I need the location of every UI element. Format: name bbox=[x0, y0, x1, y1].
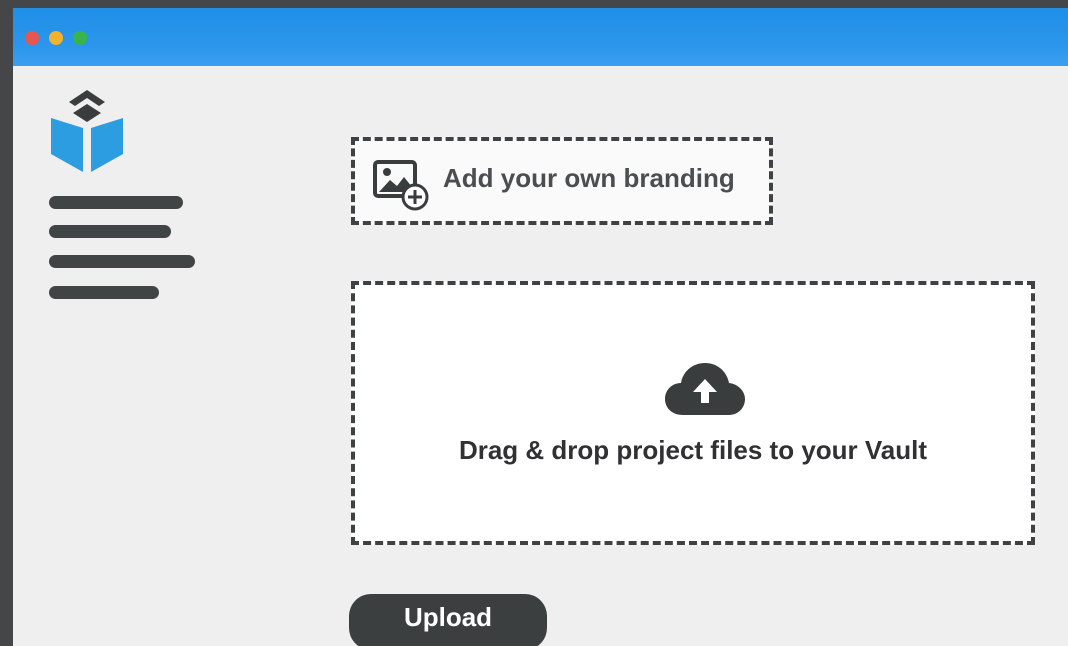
upload-button[interactable]: Upload bbox=[349, 594, 547, 646]
sidebar-line-2 bbox=[49, 225, 171, 238]
minimize-window-button[interactable] bbox=[49, 31, 63, 45]
cube-logo-icon bbox=[51, 90, 123, 172]
add-branding-box[interactable]: Add your own branding bbox=[351, 137, 773, 225]
add-image-icon bbox=[373, 160, 429, 211]
cloud-upload-icon bbox=[665, 363, 745, 415]
close-window-button[interactable] bbox=[25, 31, 39, 45]
sidebar-line-1 bbox=[49, 196, 183, 209]
sidebar-line-3 bbox=[49, 255, 195, 268]
drop-zone-label: Drag & drop project files to your Vault bbox=[458, 435, 928, 465]
app-window: Add your own branding Drag & drop projec… bbox=[13, 8, 1068, 646]
maximize-window-button[interactable] bbox=[73, 31, 87, 45]
sidebar-line-4 bbox=[49, 286, 159, 299]
title-bar bbox=[13, 8, 1068, 66]
file-drop-zone[interactable]: Drag & drop project files to your Vault bbox=[351, 281, 1035, 545]
add-branding-label: Add your own branding bbox=[443, 163, 735, 193]
